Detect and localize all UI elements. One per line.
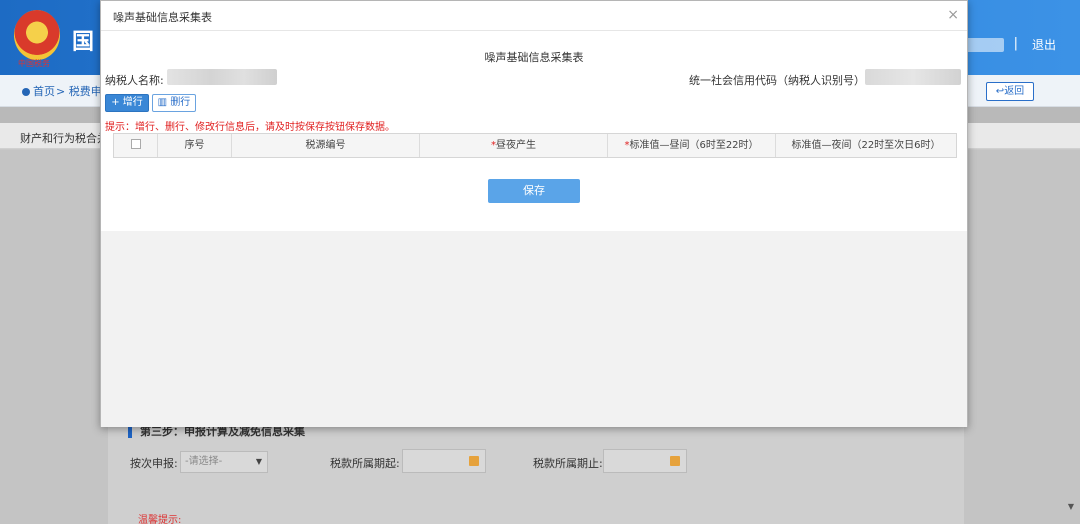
return-arrow-icon: ↩ [995,86,1005,97]
close-icon[interactable]: × [947,7,959,23]
period-end-label: 税款所属期止: [533,457,603,470]
trash-icon: ▥ [157,97,171,108]
site-logo-text: 国 [72,30,95,55]
form-title: 噪声基础信息采集表 [484,51,584,64]
tab-property-behavior-tax[interactable]: 财产和行为税合并 [20,130,108,146]
plus-icon: + [111,97,123,108]
save-tip: 提示：增行、删行、修改行信息后，请及时按保存按钮保存数据。 [105,122,395,133]
select-placeholder: -请选择- [185,456,223,467]
col-standard-night-label: 标准值—夜间（22时至次日6时） [791,140,941,151]
delete-row-label: 删行 [170,97,191,108]
col-day-night-label: 昼夜产生 [496,140,536,151]
period-start-date-input[interactable] [402,449,486,473]
col-standard-night: 标准值—夜间（22时至次日6时） [776,134,956,157]
warm-tip-label: 温馨提示: [138,515,182,524]
home-label: 首页 [33,85,55,98]
add-row-button[interactable]: + 增行 [105,94,149,112]
add-row-label: 增行 [122,97,143,108]
col-source-id: 税源编号 [232,134,420,157]
logout-link[interactable]: 退出 [1032,36,1056,53]
modal-empty-area [101,231,967,427]
period-end-date-input[interactable] [603,449,687,473]
credit-code-redacted [865,69,961,85]
modal-header: 噪声基础信息采集表 × [101,1,967,31]
delete-row-button[interactable]: ▥ 删行 [152,94,196,112]
taxpayer-name-redacted [167,69,277,85]
col-standard-day: *标准值—昼间（6时至22时） [608,134,776,157]
noise-info-modal: 噪声基础信息采集表 × 噪声基础信息采集表 纳税人名称: 统一社会信用代码（纳税… [100,0,968,427]
back-button[interactable]: ↩返回 [986,82,1034,101]
national-emblem-icon [14,10,60,60]
select-all-cell [114,134,158,157]
breadcrumb-item[interactable]: > 税费申 [56,83,102,99]
save-button[interactable]: 保存 [488,179,580,203]
caret-down-icon: ▼ [255,457,262,466]
per-declaration-select[interactable]: -请选择- ▼ [180,451,268,473]
location-pin-icon [22,88,30,96]
site-logo-subtext: 中国税务 [18,59,50,68]
col-serial-label: 序号 [184,140,205,151]
back-button-label: 返回 [1004,86,1025,97]
period-start-label: 税款所属期起: [330,457,400,470]
header-separator: | [1013,36,1018,51]
home-link[interactable]: 首页 [22,83,55,99]
calendar-icon[interactable] [670,456,680,466]
per-declaration-label: 按次申报: [130,457,178,470]
credit-code-label: 统一社会信用代码（纳税人识别号）: [689,74,869,87]
col-source-id-label: 税源编号 [305,140,346,151]
noise-info-table-header: 序号 税源编号 *昼夜产生 *标准值—昼间（6时至22时） 标准值—夜间（22时… [113,133,957,158]
calendar-icon[interactable] [469,456,479,466]
scroll-down-arrow-icon[interactable]: ▼ [1068,502,1074,511]
taxpayer-name-label: 纳税人名称: [105,74,164,87]
modal-title: 噪声基础信息采集表 [113,11,212,24]
select-all-checkbox[interactable] [130,139,141,149]
col-standard-day-label: 标准值—昼间（6时至22时） [629,140,759,151]
col-serial: 序号 [158,134,232,157]
col-day-night: *昼夜产生 [420,134,608,157]
